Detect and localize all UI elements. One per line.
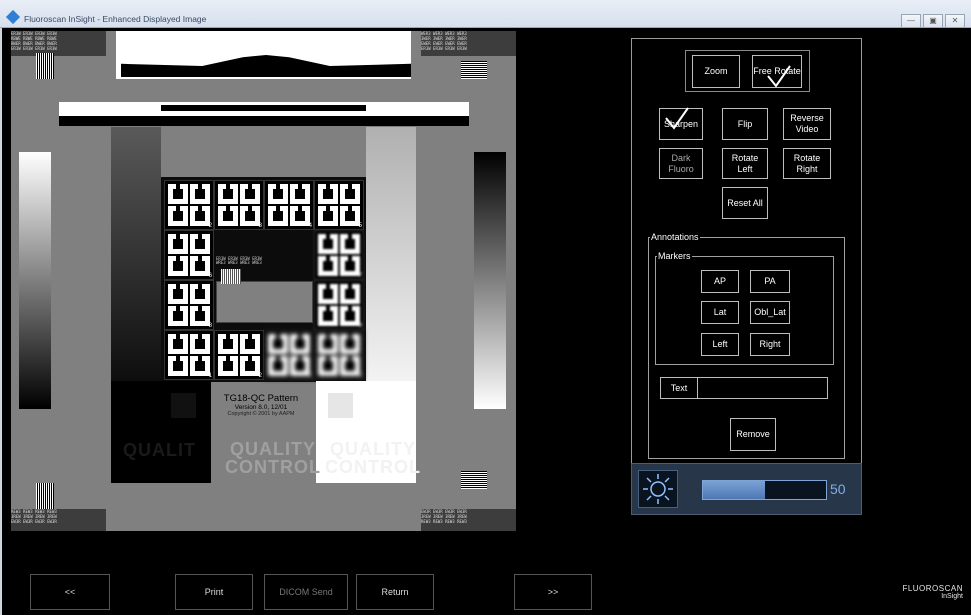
line-pair-tl bbox=[36, 53, 54, 79]
brightness-slider-fill bbox=[703, 481, 765, 499]
return-button[interactable]: Return bbox=[356, 574, 434, 610]
pattern-marker-number: 2 bbox=[208, 223, 212, 229]
text-annotation-input[interactable] bbox=[697, 377, 828, 399]
dark-fluoro-button[interactable]: Dark Fluoro bbox=[659, 148, 703, 179]
pattern-marker-number: 8 bbox=[208, 323, 212, 329]
marker-pa-button[interactable]: PA bbox=[750, 270, 790, 293]
brightness-icon bbox=[643, 474, 673, 504]
sharpen-checkmark-icon bbox=[665, 107, 689, 130]
marker-obl-lat-button[interactable]: Obl_Lat bbox=[750, 301, 790, 324]
marker-right-button[interactable]: Right bbox=[750, 333, 790, 356]
pattern-marker: 1 bbox=[164, 330, 214, 380]
pattern-marker-number: 2 bbox=[258, 373, 262, 379]
center-gray-patch bbox=[216, 281, 313, 323]
pattern-marker: 8 bbox=[314, 330, 364, 380]
print-button[interactable]: Print bbox=[175, 574, 253, 610]
remove-button[interactable]: Remove bbox=[730, 418, 776, 451]
rotate-right-button[interactable]: Rotate Right bbox=[783, 148, 831, 179]
reverse-video-button[interactable]: Reverse Video bbox=[783, 108, 831, 140]
right-gray-ramp bbox=[474, 152, 506, 409]
corner-text-tr: WER3 WER3 WER3 WER3 3WER 3WER 3WER 3WER … bbox=[421, 31, 516, 56]
pattern-marker-number: 1 bbox=[208, 373, 212, 379]
pattern-marker: 3 bbox=[264, 330, 314, 380]
markers-legend: Markers bbox=[657, 251, 692, 261]
close-button[interactable]: ✕ bbox=[945, 14, 965, 28]
zoom-button[interactable]: Zoom bbox=[692, 55, 740, 88]
black-inner-square bbox=[171, 393, 196, 418]
maximize-button[interactable]: ▣ bbox=[923, 14, 943, 28]
rotate-left-button[interactable]: Rotate Left bbox=[722, 148, 768, 179]
fluoroscan-logo: FLUOROSCAN InSight bbox=[902, 584, 963, 600]
previous-button[interactable]: << bbox=[30, 574, 110, 610]
pattern-marker: 8 bbox=[164, 280, 214, 330]
pattern-marker: 2 bbox=[214, 330, 264, 380]
pattern-version: Version 8.0, 12/01 bbox=[234, 404, 288, 411]
center-line-pair bbox=[221, 269, 241, 284]
qc-text-light: QUALITY CONTROL bbox=[325, 439, 421, 477]
pattern-marker-number: 3 bbox=[258, 223, 262, 229]
brightness-slider[interactable] bbox=[702, 480, 827, 500]
white-inner-square bbox=[328, 393, 353, 418]
pattern-marker-number: 8 bbox=[358, 373, 362, 379]
pattern-marker: 3 bbox=[214, 180, 264, 230]
line-pair-bl bbox=[36, 483, 54, 509]
dicom-send-button[interactable]: DICOM Send bbox=[264, 574, 348, 610]
reset-all-button[interactable]: Reset All bbox=[722, 187, 768, 219]
pattern-marker: 5 bbox=[314, 180, 364, 230]
pattern-marker: 6 bbox=[164, 230, 214, 280]
corner-text-tl: ER3W ER3W ER3W ER3W RBWE RBWE RBWE RBWE … bbox=[11, 31, 106, 56]
window-title: Fluoroscan InSight - Enhanced Displayed … bbox=[24, 14, 207, 24]
title-bar: Fluoroscan InSight - Enhanced Displayed … bbox=[0, 0, 971, 28]
markers-group bbox=[655, 256, 834, 365]
brightness-value: 50 bbox=[830, 481, 846, 497]
flip-button[interactable]: Flip bbox=[722, 108, 768, 140]
test-pattern-image: ER3W ER3W ER3W ER3W RBWE RBWE RBWE RBWE … bbox=[11, 31, 516, 531]
marker-lat-button[interactable]: Lat bbox=[701, 301, 739, 324]
brightness-control: 50 bbox=[631, 463, 862, 515]
horizontal-black-bar-2 bbox=[161, 105, 366, 111]
pattern-title: TG18-QC Pattern bbox=[223, 393, 299, 404]
center-text-block: ER3W ER3W ER3W ER3W WRE3 WRE3 WRE3 WRE3 bbox=[216, 256, 262, 265]
marker-ap-button[interactable]: AP bbox=[701, 270, 739, 293]
horizontal-black-bar bbox=[59, 116, 469, 126]
black-square bbox=[111, 381, 211, 431]
pattern-copyright: Copyright © 2001 by AAPM bbox=[227, 411, 295, 417]
pattern-marker: 9 bbox=[314, 280, 364, 330]
qc-text-dark: QUALIT bbox=[123, 440, 196, 460]
pattern-marker-number: 5 bbox=[358, 223, 362, 229]
left-gray-ramp bbox=[19, 152, 51, 409]
pattern-marker: 7 bbox=[314, 230, 364, 280]
pattern-marker-number: 3 bbox=[308, 373, 312, 379]
annotations-legend: Annotations bbox=[650, 232, 700, 242]
free-rotate-checkmark-icon bbox=[767, 65, 791, 88]
text-annotation-button[interactable]: Text bbox=[660, 377, 698, 399]
pattern-marker-number: 7 bbox=[358, 273, 362, 279]
pattern-marker-number: 9 bbox=[358, 323, 362, 329]
pattern-caption: TG18-QC Pattern Version 8.0, 12/01 Copyr… bbox=[211, 393, 311, 417]
pattern-marker-number: 6 bbox=[208, 273, 212, 279]
line-pair-tr bbox=[461, 61, 487, 79]
pattern-marker: 4 bbox=[264, 180, 314, 230]
app-icon bbox=[5, 9, 21, 25]
qc-text-mid: QUALITY CONTROL bbox=[225, 439, 321, 477]
corner-text-br: EW3R EW3R EW3R EW3R 3REW 3REW 3REW 3REW … bbox=[421, 509, 516, 531]
pattern-marker: 2 bbox=[164, 180, 214, 230]
brightness-button[interactable] bbox=[638, 470, 678, 508]
next-button[interactable]: >> bbox=[514, 574, 592, 610]
minimize-button[interactable]: — bbox=[901, 14, 921, 28]
line-pair-br bbox=[461, 471, 487, 489]
pattern-marker-number: 4 bbox=[308, 223, 312, 229]
marker-left-button[interactable]: Left bbox=[701, 333, 739, 356]
corner-text-bl: REW3 REW3 REW3 REW3 3REW 3REW 3REW 3REW … bbox=[11, 509, 106, 531]
